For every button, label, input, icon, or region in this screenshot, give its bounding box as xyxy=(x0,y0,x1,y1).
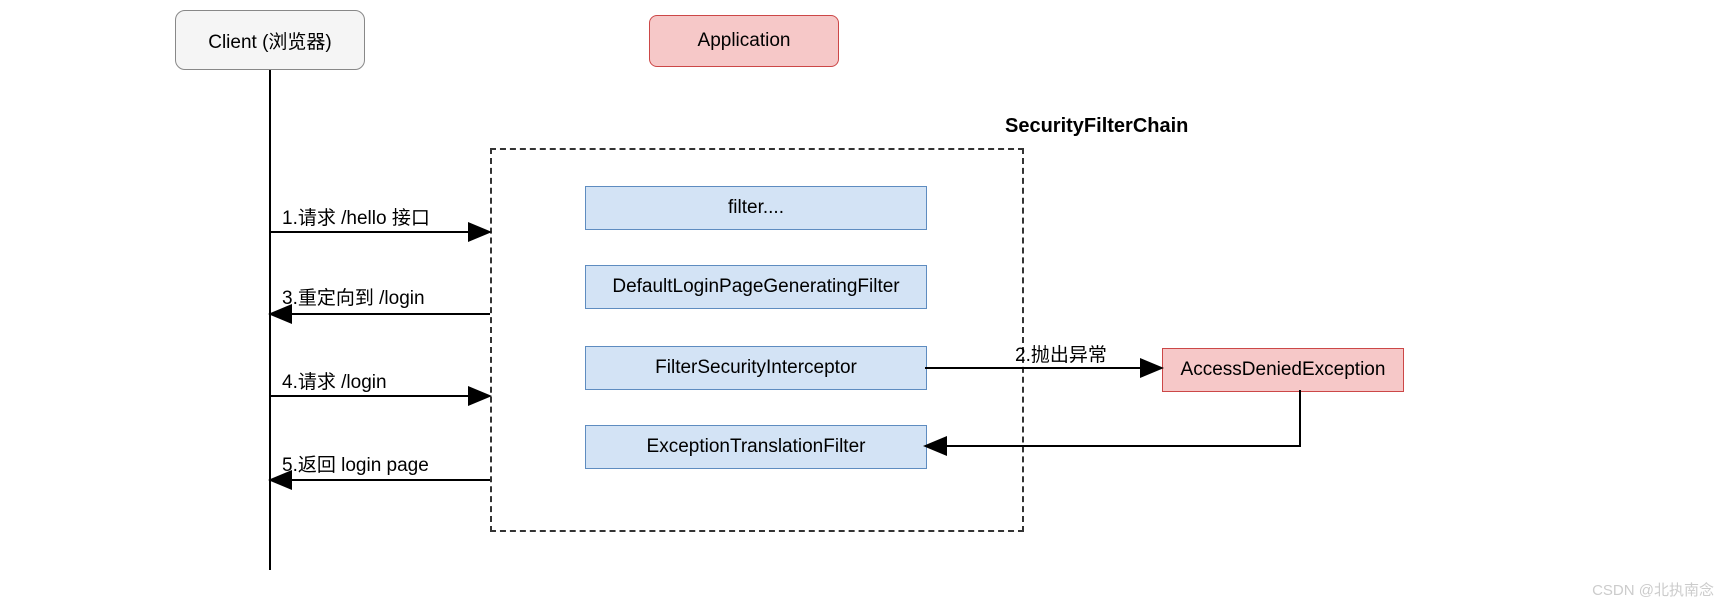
step1-label: 1.请求 /hello 接口 xyxy=(282,203,430,230)
filter-generic: filter.... xyxy=(585,186,927,230)
client-node: Client (浏览器) xyxy=(175,10,365,70)
step5-label: 5.返回 login page xyxy=(282,450,429,477)
filter-generic-label: filter.... xyxy=(728,197,784,219)
filter-default-login-page: DefaultLoginPageGeneratingFilter xyxy=(585,265,927,309)
client-label: Client (浏览器) xyxy=(208,27,332,54)
step4-label: 4.请求 /login xyxy=(282,367,387,394)
filter-default-login-page-label: DefaultLoginPageGeneratingFilter xyxy=(612,276,899,298)
access-denied-exception-node: AccessDeniedException xyxy=(1162,348,1404,392)
access-denied-exception-label: AccessDeniedException xyxy=(1181,359,1386,381)
watermark: CSDN @北执南念 xyxy=(1592,579,1714,600)
step3-label: 3.重定向到 /login xyxy=(282,283,425,310)
application-label: Application xyxy=(698,30,791,52)
application-node: Application xyxy=(649,15,839,67)
step2-label: 2.抛出异常 xyxy=(1015,340,1107,367)
security-filter-chain-title: SecurityFilterChain xyxy=(1005,115,1188,138)
filter-exception-translation: ExceptionTranslationFilter xyxy=(585,425,927,469)
filter-exception-translation-label: ExceptionTranslationFilter xyxy=(647,436,866,458)
filter-security-interceptor: FilterSecurityInterceptor xyxy=(585,346,927,390)
filter-security-interceptor-label: FilterSecurityInterceptor xyxy=(655,357,857,379)
